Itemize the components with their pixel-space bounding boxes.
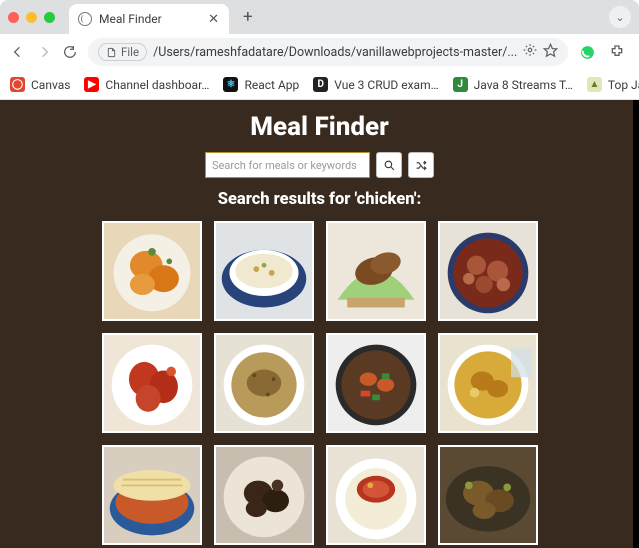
meal-card[interactable] (438, 333, 538, 433)
tab-overview-button[interactable]: ⌄ (609, 6, 631, 28)
meal-card[interactable] (214, 221, 314, 321)
file-chip-label: File (121, 45, 139, 59)
search-input[interactable]: Search for meals or keywords (205, 152, 370, 178)
meal-card[interactable] (214, 445, 314, 545)
bookmark-label: React App (244, 78, 299, 92)
page-title: Meal Finder (0, 112, 639, 142)
browser-tab[interactable]: Meal Finder ✕ (69, 4, 229, 34)
bookmark-java-multithread[interactable]: ▲ Top Java Multithr… (587, 77, 639, 92)
meal-card[interactable] (102, 445, 202, 545)
tab-title: Meal Finder (99, 12, 162, 26)
toolbar-right (578, 43, 639, 61)
back-button[interactable] (10, 43, 26, 61)
window-minimize-button[interactable] (26, 12, 37, 23)
bookmark-channel-dashboard[interactable]: ▶ Channel dashboar… (84, 77, 209, 92)
window-right-edge (633, 100, 639, 548)
reload-button[interactable] (62, 43, 78, 61)
random-button[interactable] (408, 152, 434, 178)
file-chip: File (98, 43, 147, 61)
meal-card[interactable] (102, 333, 202, 433)
tab-close-button[interactable]: ✕ (208, 13, 219, 26)
bookmark-label: Top Java Multithr… (608, 78, 639, 92)
meal-card[interactable] (102, 221, 202, 321)
bookmark-label: Canvas (31, 78, 70, 92)
extensions-icon[interactable] (608, 43, 626, 61)
search-row: Search for meals or keywords (0, 152, 639, 178)
address-text: /Users/rameshfadatare/Downloads/vanillaw… (153, 45, 517, 60)
star-icon[interactable] (543, 43, 558, 62)
window-close-button[interactable] (8, 12, 19, 23)
bookmark-java-streams[interactable]: J Java 8 Streams T… (453, 77, 573, 92)
bookmark-label: Java 8 Streams T… (474, 78, 573, 92)
browser-chrome: Meal Finder ✕ + ⌄ File /Users/rameshfada… (0, 0, 639, 100)
forward-button[interactable] (36, 43, 52, 61)
results-grid (0, 221, 639, 548)
whatsapp-icon[interactable] (578, 43, 596, 61)
address-bar[interactable]: File /Users/rameshfadatare/Downloads/van… (88, 38, 568, 66)
shuffle-icon (415, 159, 428, 172)
results-heading: Search results for 'chicken': (0, 190, 639, 209)
search-button[interactable] (376, 152, 402, 178)
window-titlebar: Meal Finder ✕ + ⌄ (0, 0, 639, 34)
search-icon (383, 159, 396, 172)
bookmark-canvas[interactable]: ◯ Canvas (10, 77, 70, 92)
share-icon[interactable] (523, 43, 537, 61)
meal-card[interactable] (214, 333, 314, 433)
bookmark-react-app[interactable]: ⚛ React App (223, 77, 299, 92)
window-traffic-lights (8, 12, 55, 23)
app-page: Meal Finder Search for meals or keywords… (0, 100, 639, 548)
meal-card[interactable] (326, 221, 426, 321)
globe-icon (78, 12, 92, 26)
meal-card[interactable] (326, 333, 426, 433)
window-zoom-button[interactable] (44, 12, 55, 23)
meal-card[interactable] (326, 445, 426, 545)
bookmark-vue-crud[interactable]: D Vue 3 CRUD exam… (313, 77, 438, 92)
meal-card[interactable] (438, 445, 538, 545)
new-tab-button[interactable]: + (237, 7, 259, 27)
search-placeholder: Search for meals or keywords (212, 159, 357, 172)
meal-card[interactable] (438, 221, 538, 321)
browser-toolbar: File /Users/rameshfadatare/Downloads/van… (0, 34, 639, 70)
bookmark-label: Channel dashboar… (105, 78, 209, 92)
bookmarks-bar: ◯ Canvas ▶ Channel dashboar… ⚛ React App… (0, 70, 639, 100)
bookmark-label: Vue 3 CRUD exam… (334, 78, 438, 92)
